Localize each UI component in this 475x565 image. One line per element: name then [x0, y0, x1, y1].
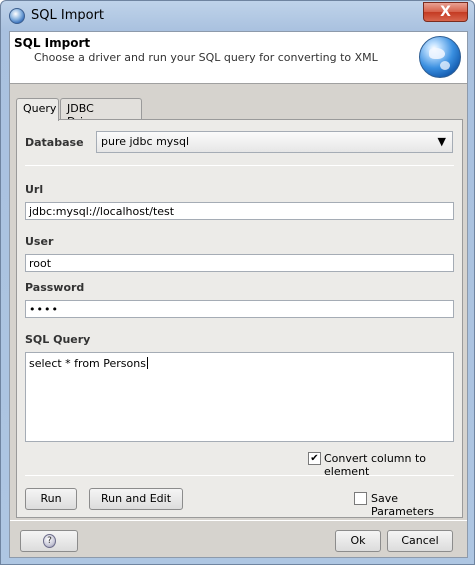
close-button[interactable]: X: [423, 2, 468, 22]
header-description: Choose a driver and run your SQL query f…: [34, 51, 378, 64]
help-button[interactable]: ?: [20, 530, 78, 552]
database-label: Database: [25, 136, 84, 149]
database-select[interactable]: pure jdbc mysql ▼: [96, 131, 453, 153]
title-bar[interactable]: SQL Import X: [1, 1, 474, 31]
save-parameters-checkbox[interactable]: [354, 492, 367, 505]
user-field[interactable]: root: [25, 254, 454, 272]
header-title: SQL Import: [14, 36, 91, 50]
url-label: Url: [25, 183, 44, 196]
save-parameters-label[interactable]: Save Parameters: [371, 492, 462, 518]
database-select-value: pure jdbc mysql: [101, 135, 190, 148]
divider: [25, 165, 454, 166]
app-globe-icon: [9, 8, 25, 24]
run-button[interactable]: Run: [25, 488, 77, 510]
text-caret: [146, 357, 148, 369]
ok-button[interactable]: Ok: [335, 530, 381, 552]
query-panel: Database pure jdbc mysql ▼ Url jdbc:mysq…: [16, 119, 463, 518]
password-label: Password: [25, 281, 85, 294]
tab-query[interactable]: Query: [16, 98, 59, 121]
divider: [25, 475, 454, 476]
convert-column-checkbox[interactable]: ✔: [308, 452, 321, 465]
sql-query-label: SQL Query: [25, 333, 91, 346]
dialog-body: SQL Import Choose a driver and run your …: [9, 31, 468, 558]
url-field[interactable]: jdbc:mysql://localhost/test: [25, 202, 454, 220]
sql-import-dialog: SQL Import X SQL Import Choose a driver …: [0, 0, 475, 565]
window-title: SQL Import: [31, 8, 105, 23]
globe-icon: [419, 36, 461, 78]
sql-query-text: select * from Persons: [29, 357, 146, 370]
footer-divider: [10, 520, 467, 521]
help-icon: ?: [43, 534, 56, 548]
chevron-down-icon[interactable]: ▼: [438, 135, 446, 148]
sql-query-textarea[interactable]: select * from Persons: [25, 352, 454, 442]
run-and-edit-button[interactable]: Run and Edit: [89, 488, 183, 510]
user-label: User: [25, 235, 54, 248]
cancel-button[interactable]: Cancel: [387, 530, 453, 552]
tab-jdbc-drivers[interactable]: JDBC Drivers: [60, 98, 142, 128]
password-field[interactable]: ••••: [25, 300, 454, 318]
dialog-header: SQL Import Choose a driver and run your …: [10, 32, 467, 84]
